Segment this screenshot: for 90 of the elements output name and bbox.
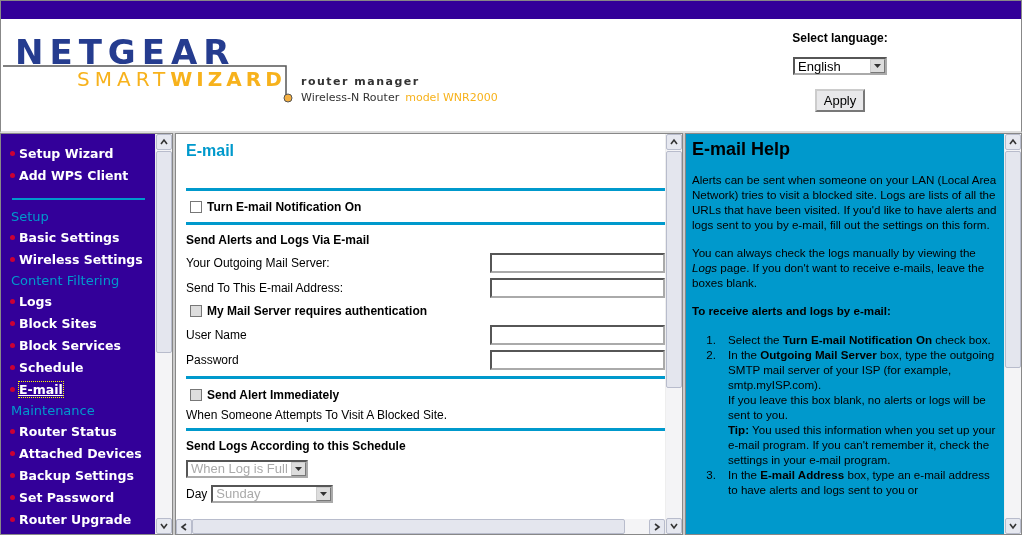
- bullet-icon: [10, 516, 15, 522]
- step-text: Tip: You used this information when you set up your e-mail program. If you can't remember it, check the settings in your e-mail program.: [728, 422, 997, 467]
- sidebar-link[interactable]: Add WPS Client: [10, 164, 155, 186]
- scroll-right-button[interactable]: [649, 519, 665, 534]
- scrollbar-thumb[interactable]: [1005, 151, 1021, 368]
- field-label: Send To This E-mail Address:: [186, 280, 343, 295]
- bullet-icon: [10, 494, 15, 500]
- field-label: Your Outgoing Mail Server:: [186, 255, 330, 270]
- field-label: Day: [186, 486, 208, 501]
- vertical-scrollbar[interactable]: [155, 134, 172, 534]
- sidebar-link[interactable]: Basic Settings: [10, 226, 155, 248]
- help-paragraph: You can always check the logs manually by viewing the Logs page. If you don't want to receive e-mails, leave the boxes blank.: [692, 245, 986, 290]
- sidebar-link[interactable]: Wireless Settings: [10, 248, 155, 270]
- sidebar-link[interactable]: Block Services: [10, 334, 155, 356]
- sidebar-link[interactable]: Schedule: [10, 356, 155, 378]
- dropdown-arrow-icon: [295, 466, 302, 471]
- step-number: 3.: [705, 467, 717, 483]
- sidebar-link[interactable]: Setup Wizard: [10, 142, 155, 164]
- section-heading: Send Logs According to this Schedule: [186, 438, 407, 455]
- scroll-up-button[interactable]: [666, 134, 682, 150]
- bullet-icon: [10, 298, 15, 304]
- scroll-left-button[interactable]: [176, 519, 192, 534]
- caret-up-icon: [159, 137, 169, 147]
- input-field[interactable]: [490, 277, 665, 298]
- caret-down-icon: [159, 521, 169, 531]
- bullet-icon: [10, 386, 15, 392]
- dropdown-arrow-icon: [874, 64, 881, 68]
- caret-up-icon: [1008, 137, 1018, 147]
- dropdown-arrow-icon: [320, 491, 328, 496]
- step-number: 2.: [705, 347, 717, 363]
- scroll-up-button[interactable]: [1005, 134, 1021, 150]
- field-label: Password: [186, 352, 239, 367]
- scroll-down-button[interactable]: [156, 518, 172, 534]
- checkbox-label: Turn E-mail Notification On: [207, 200, 362, 214]
- step-text: In the Outgoing Mail Server box, type the outgoing SMTP mail server of your ISP (for example, smtp.myISP.com).: [728, 347, 996, 392]
- sidebar-link[interactable]: Router Status: [10, 420, 155, 442]
- caret-right-icon: [652, 522, 662, 532]
- bullet-icon: [10, 172, 15, 178]
- scrollbar-thumb[interactable]: [156, 151, 172, 353]
- language-label: Select language:: [792, 31, 888, 45]
- sidebar-link[interactable]: Set Password: [10, 486, 155, 508]
- bullet-icon: [10, 364, 15, 370]
- sidebar-link[interactable]: E-mail: [10, 378, 155, 400]
- checkbox-label: Send Alert Immediately: [207, 388, 340, 402]
- section-heading: Send Alerts and Logs Via E-mail: [186, 232, 371, 249]
- sidebar-heading: Maintenance: [11, 401, 96, 420]
- note-text: When Someone Attempts To Visit A Blocked Site.: [186, 408, 448, 422]
- caret-left-icon: [179, 522, 189, 532]
- bullet-icon: [10, 450, 15, 456]
- sidebar-heading: Content Filtering: [11, 271, 121, 290]
- sidebar-link[interactable]: Attached Devices: [10, 442, 155, 464]
- language-dropdown[interactable]: English: [793, 57, 887, 75]
- input-field[interactable]: [490, 324, 665, 345]
- field-label: User Name: [186, 327, 247, 342]
- step-text: In the E-mail Address box, type an e-mail address to have alerts and logs sent to you or: [728, 467, 991, 497]
- sidebar-heading: Setup: [11, 207, 50, 226]
- scroll-up-button[interactable]: [156, 134, 172, 150]
- scroll-down-button[interactable]: [666, 518, 682, 534]
- input-field[interactable]: [490, 349, 665, 370]
- sidebar-link[interactable]: Logs: [10, 290, 155, 312]
- bullet-icon: [10, 256, 15, 262]
- device-name: Wireless-N Router model WNR2000: [301, 91, 498, 104]
- caret-up-icon: [669, 137, 679, 147]
- step-text: If you leave this box blank, no alerts or logs will be sent to you.: [728, 392, 987, 422]
- vertical-scrollbar[interactable]: [665, 134, 682, 534]
- scroll-down-button[interactable]: [1005, 518, 1021, 534]
- caret-down-icon: [1008, 521, 1018, 531]
- help-subheading: To receive alerts and logs by e-mail:: [692, 303, 892, 318]
- help-paragraph: Alerts can be sent when someone on your LAN (Local Area Network) tries to visit a blocked site. Logs are lists of all the URLs that have been visited. If you'd like to have alerts and logs sent to you by e-mail, fill out the settings on this form.: [692, 172, 998, 232]
- vertical-scrollbar[interactable]: [1004, 134, 1021, 534]
- sidebar-link[interactable]: Router Upgrade: [10, 508, 155, 530]
- sidebar-link[interactable]: Block Sites: [10, 312, 155, 334]
- sidebar-link[interactable]: Backup Settings: [10, 464, 155, 486]
- page-title: E-mail: [186, 142, 235, 161]
- tagline: router manager: [301, 75, 420, 88]
- bullet-icon: [10, 234, 15, 240]
- step-number: 1.: [705, 332, 717, 347]
- step-text: Select the Turn E-mail Notification On check box.: [728, 332, 991, 347]
- checkbox[interactable]: [190, 201, 202, 213]
- bullet-icon: [10, 342, 15, 348]
- caret-down-icon: [669, 521, 679, 531]
- input-field[interactable]: [490, 252, 665, 273]
- bullet-icon: [10, 428, 15, 434]
- scrollbar-thumb[interactable]: [666, 151, 682, 388]
- checkbox-label: My Mail Server requires authentication: [207, 304, 428, 318]
- apply-button[interactable]: Apply: [814, 89, 866, 112]
- bullet-icon: [10, 150, 15, 156]
- bullet-icon: [10, 472, 15, 478]
- help-title: E-mail Help: [692, 139, 792, 160]
- bullet-icon: [10, 320, 15, 326]
